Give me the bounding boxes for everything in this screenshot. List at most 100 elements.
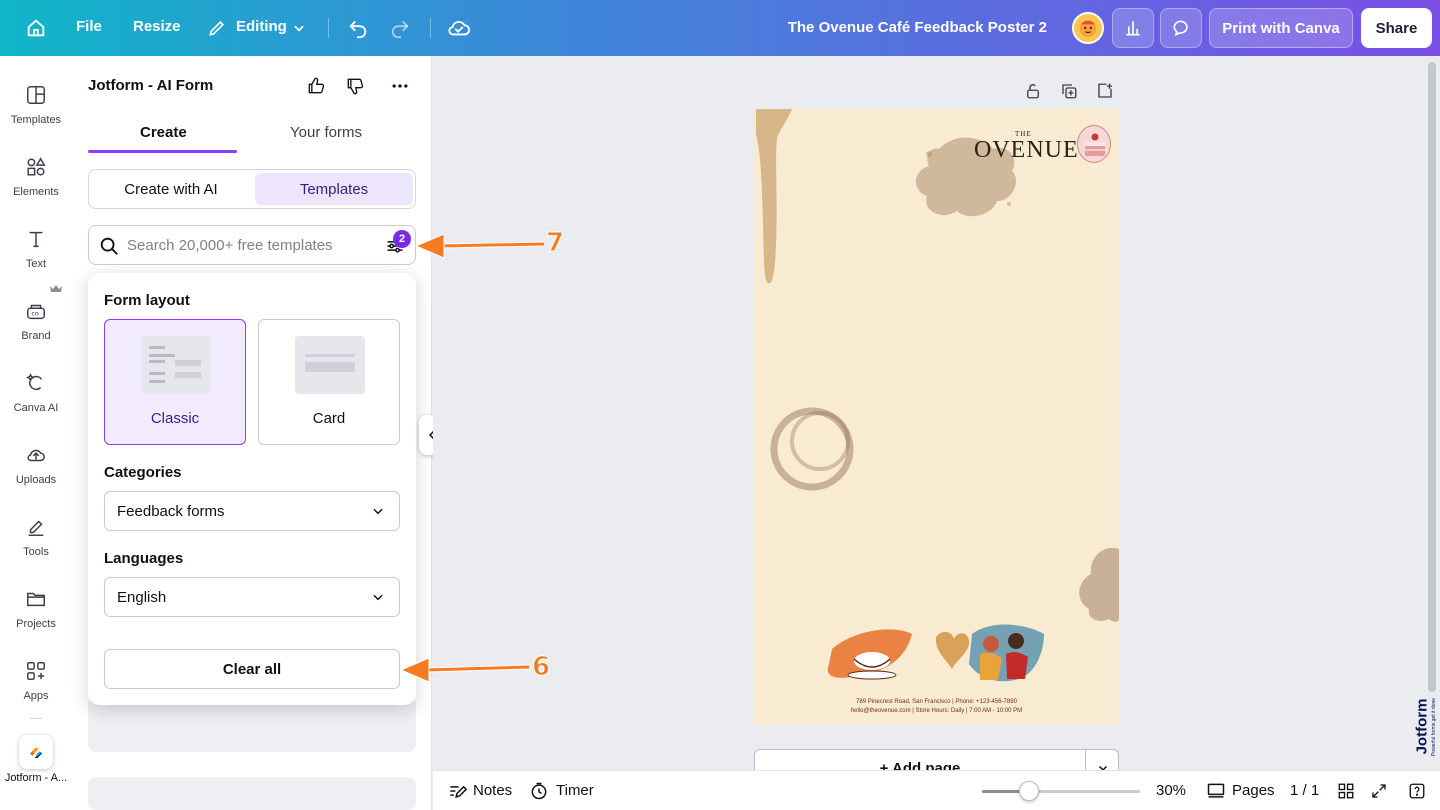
panel-title: Jotform - AI Form xyxy=(88,77,214,94)
cake-logo-icon xyxy=(1077,125,1111,163)
vertical-scrollbar[interactable] xyxy=(1428,62,1436,692)
redo-icon[interactable] xyxy=(386,14,414,42)
rail-item-tools[interactable]: Tools xyxy=(0,504,72,568)
card-layout-thumbnail xyxy=(295,336,365,394)
print-with-canva-button[interactable]: Print with Canva xyxy=(1209,8,1353,48)
chevron-down-icon[interactable] xyxy=(285,14,313,42)
uploads-icon xyxy=(23,442,49,468)
divider xyxy=(30,718,42,719)
comments-button[interactable] xyxy=(1160,8,1202,48)
duplicate-page-icon[interactable] xyxy=(1058,80,1080,102)
timer-button[interactable]: Timer xyxy=(556,782,594,799)
undo-icon[interactable] xyxy=(344,14,372,42)
zoom-slider-handle[interactable] xyxy=(1019,781,1040,801)
text-icon xyxy=(23,226,49,252)
comment-icon xyxy=(1173,20,1188,37)
help-icon[interactable] xyxy=(1407,781,1427,801)
more-options-icon[interactable] xyxy=(388,74,412,98)
brand-icon: co xyxy=(23,298,49,324)
divider xyxy=(430,18,431,38)
thumbs-up-icon[interactable] xyxy=(304,74,328,98)
rail-label: Templates xyxy=(10,114,62,126)
layout-label: Classic xyxy=(150,410,200,427)
lock-icon[interactable] xyxy=(1022,80,1044,102)
add-page-icon[interactable] xyxy=(1094,80,1116,102)
editing-mode-dropdown[interactable]: Editing xyxy=(236,18,287,35)
classic-layout-thumbnail xyxy=(141,336,211,394)
tab-your-forms[interactable]: Your forms xyxy=(290,124,362,141)
categories-dropdown[interactable]: Feedback forms xyxy=(104,491,400,531)
rail-item-uploads[interactable]: Uploads xyxy=(0,432,72,496)
clear-all-button[interactable]: Clear all xyxy=(104,649,400,689)
bottom-bar: Notes Timer 30% Pages 1 / 1 xyxy=(433,770,1440,810)
rail-item-templates[interactable]: Templates xyxy=(0,72,72,136)
template-placeholder xyxy=(88,777,416,810)
rail-item-projects[interactable]: Projects xyxy=(0,576,72,640)
languages-dropdown[interactable]: English xyxy=(104,577,400,617)
rail-label: Elements xyxy=(13,186,59,198)
tab-create[interactable]: Create xyxy=(140,124,187,141)
pages-icon[interactable] xyxy=(1206,781,1226,801)
jotform-app-icon[interactable] xyxy=(19,735,53,769)
pages-button[interactable]: Pages xyxy=(1232,782,1275,799)
watermark-tagline: Powerful forms get it done xyxy=(1431,697,1437,757)
rail-label: Tools xyxy=(23,546,49,558)
languages-value: English xyxy=(117,589,167,606)
active-tab-indicator xyxy=(88,150,237,153)
timer-icon[interactable] xyxy=(529,781,549,801)
search-icon xyxy=(98,235,120,257)
rail-item-brand[interactable]: co Brand xyxy=(0,288,72,352)
cloud-saved-icon[interactable] xyxy=(445,14,473,42)
fullscreen-icon[interactable] xyxy=(1369,781,1389,801)
home-icon[interactable] xyxy=(22,14,50,42)
zoom-level[interactable]: 30% xyxy=(1156,782,1186,799)
rail-label: Apps xyxy=(23,690,49,702)
rail-item-apps[interactable]: Apps xyxy=(0,648,72,712)
avatar[interactable] xyxy=(1072,12,1104,44)
canva-ai-icon xyxy=(23,370,49,396)
jotform-watermark: Jotform Powerful forms get it done xyxy=(1410,690,1438,770)
rail-label: Text xyxy=(25,258,47,270)
file-menu[interactable]: File xyxy=(76,18,102,35)
rail-item-canva-ai[interactable]: Canva AI xyxy=(0,360,72,424)
pencil-icon xyxy=(203,14,231,42)
grid-view-icon[interactable] xyxy=(1336,781,1356,801)
insights-button[interactable] xyxy=(1112,8,1154,48)
tools-icon xyxy=(23,514,49,540)
poster-page[interactable] xyxy=(754,109,1119,725)
elements-icon xyxy=(23,154,49,180)
layout-option-classic[interactable]: Classic xyxy=(104,319,246,445)
left-rail: Templates Elements Text co Brand Canva A… xyxy=(0,56,72,810)
active-app-label[interactable]: Jotform - A... xyxy=(0,772,72,784)
templates-icon xyxy=(23,82,49,108)
crown-icon xyxy=(50,284,62,294)
poster-address: 789 Pinecrest Road, San Francisco | Phon… xyxy=(856,699,1017,705)
rail-item-text[interactable]: Text xyxy=(0,216,72,280)
layout-option-card[interactable]: Card xyxy=(258,319,400,445)
rail-label: Projects xyxy=(16,618,56,630)
segment-create-with-ai[interactable]: Create with AI xyxy=(91,173,251,205)
segment-templates[interactable]: Templates xyxy=(255,173,413,205)
rail-label: Brand xyxy=(21,330,51,342)
share-button[interactable]: Share xyxy=(1361,8,1432,48)
notes-button[interactable]: Notes xyxy=(473,782,512,799)
rail-item-elements[interactable]: Elements xyxy=(0,144,72,208)
zoom-slider[interactable] xyxy=(982,790,1140,793)
resize-button[interactable]: Resize xyxy=(133,18,181,35)
filter-count-badge: 2 xyxy=(393,230,411,248)
chevron-down-icon xyxy=(371,504,385,518)
watermark-brand: Jotform xyxy=(1413,698,1431,755)
brand-name: OVENUE xyxy=(974,137,1079,163)
page-counter: 1 / 1 xyxy=(1290,782,1320,799)
projects-icon xyxy=(23,586,49,612)
divider xyxy=(328,18,329,38)
svg-text:co: co xyxy=(31,310,39,318)
search-input[interactable] xyxy=(127,235,367,255)
notes-icon[interactable] xyxy=(447,781,467,801)
document-title[interactable]: The Ovenue Café Feedback Poster 2 xyxy=(788,19,1047,36)
form-layout-heading: Form layout xyxy=(104,292,190,309)
thumbs-down-icon[interactable] xyxy=(343,74,367,98)
rail-label: Uploads xyxy=(15,474,57,486)
annotation-label-6: 6 xyxy=(531,652,551,683)
rail-label: Canva AI xyxy=(13,402,59,414)
